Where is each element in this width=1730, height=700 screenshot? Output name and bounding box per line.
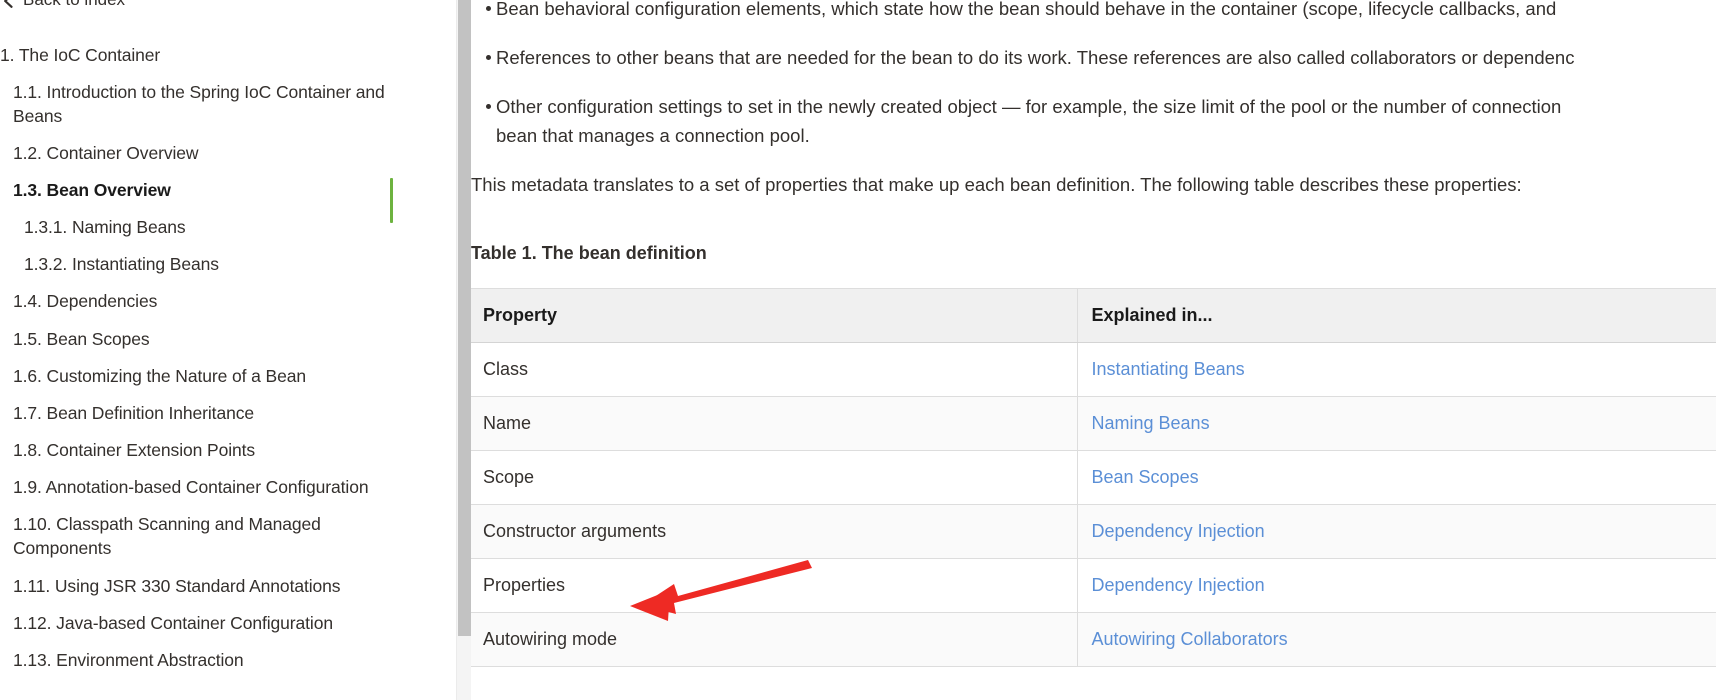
bean-definition-table: Property Explained in... Class Instantia… (471, 288, 1716, 667)
column-header-property: Property (471, 288, 1077, 343)
metadata-paragraph: This metadata translates to a set of pro… (471, 174, 1522, 195)
sidebar-item-label: 1.5. Bean Scopes (13, 328, 150, 349)
cell-explained-in: Dependency Injection (1076, 558, 1716, 613)
main-content-inner: Bean behavioral configuration elements, … (471, 0, 1730, 667)
sidebar-inner: Back to index 1. The IoC Container 1.1. … (0, 0, 456, 679)
list-item: Other configuration settings to set in t… (471, 92, 1730, 150)
link-dependency-injection[interactable]: Dependency Injection (1092, 575, 1265, 595)
table-row: Scope Bean Scopes (471, 450, 1716, 505)
cell-property: Name (471, 396, 1077, 451)
cell-property: Autowiring mode (471, 612, 1077, 667)
sidebar-item-label: 1.3.1. Naming Beans (24, 217, 186, 238)
sidebar-item-label: 1.3. Bean Overview (13, 180, 171, 201)
sidebar-item-label: 1.10. Classpath Scanning and Managed Com… (13, 514, 321, 559)
table-caption: Table 1. The bean definition (471, 243, 707, 263)
table-row: Name Naming Beans (471, 396, 1716, 451)
table-row: Class Instantiating Beans (471, 342, 1716, 397)
sidebar-item-bean-overview[interactable]: 1.3. Bean Overview (0, 172, 456, 223)
table-header-row: Property Explained in... (471, 288, 1716, 343)
sidebar-item-customizing-the-nature-of-a-bean[interactable]: 1.6. Customizing the Nature of a Bean (0, 357, 456, 394)
link-autowiring-collaborators[interactable]: Autowiring Collaborators (1092, 629, 1288, 649)
sidebar-item-label: 1.13. Environment Abstraction (13, 649, 244, 670)
sidebar-item-label: 1.6. Customizing the Nature of a Bean (13, 365, 306, 386)
sidebar-item-container-extension-points[interactable]: 1.8. Container Extension Points (0, 432, 456, 469)
sidebar-item-label: 1.8. Container Extension Points (13, 440, 256, 461)
link-naming-beans[interactable]: Naming Beans (1092, 413, 1210, 433)
cell-property: Scope (471, 450, 1077, 505)
sidebar-item-label: 1.2. Container Overview (13, 142, 199, 163)
bullet-dot-icon (486, 55, 491, 60)
table-head: Property Explained in... (471, 288, 1716, 343)
list-item-text: Bean behavioral configuration elements, … (496, 0, 1557, 19)
sidebar-item-label: 1.7. Bean Definition Inheritance (13, 402, 254, 423)
sidebar-item-label: 1. The IoC Container (0, 44, 161, 65)
sidebar-item-bean-scopes[interactable]: 1.5. Bean Scopes (0, 320, 456, 357)
list-item-text-line-1: Other configuration settings to set in t… (496, 96, 1562, 117)
bullet-dot-icon (486, 104, 491, 109)
sidebar-item-the-ioc-container[interactable]: 1. The IoC Container (0, 36, 456, 73)
back-to-index-label: Back to index (23, 0, 125, 14)
list-item-text: References to other beans that are neede… (496, 47, 1575, 68)
sidebar-item-label: 1.4. Dependencies (13, 291, 158, 312)
sidebar-item-using-jsr-330-standard-annotations[interactable]: 1.11. Using JSR 330 Standard Annotations (0, 567, 456, 604)
list-item-text-line-2: bean that manages a connection pool. (496, 125, 810, 146)
cell-explained-in: Dependency Injection (1076, 504, 1716, 559)
bean-metadata-bullet-list: Bean behavioral configuration elements, … (471, 0, 1730, 150)
link-instantiating-beans[interactable]: Instantiating Beans (1092, 359, 1245, 379)
sidebar-item-label: 1.1. Introduction to the Spring IoC Cont… (13, 81, 385, 126)
cell-property: Class (471, 342, 1077, 397)
sidebar-item-introduction-spring-ioc-container-and-beans[interactable]: 1.1. Introduction to the Spring IoC Cont… (0, 73, 456, 134)
link-bean-scopes[interactable]: Bean Scopes (1092, 467, 1199, 487)
toc-list: 1. The IoC Container 1.1. Introduction t… (0, 36, 456, 679)
sidebar-item-bean-definition-inheritance[interactable]: 1.7. Bean Definition Inheritance (0, 394, 456, 431)
sidebar-item-instantiating-beans[interactable]: 1.3.2. Instantiating Beans (0, 246, 456, 283)
cell-explained-in: Naming Beans (1076, 396, 1716, 451)
sidebar-item-label: 1.9. Annotation-based Container Configur… (13, 477, 369, 498)
sidebar-item-java-based-container-configuration[interactable]: 1.12. Java-based Container Configuration (0, 604, 456, 641)
sidebar-item-dependencies[interactable]: 1.4. Dependencies (0, 283, 456, 320)
table-row: Autowiring mode Autowiring Collaborators (471, 612, 1716, 667)
sidebar-item-label: 1.12. Java-based Container Configuration (13, 612, 333, 633)
sidebar-item-annotation-based-container-configuration[interactable]: 1.9. Annotation-based Container Configur… (0, 469, 456, 506)
back-to-index-link[interactable]: Back to index (0, 0, 456, 14)
sidebar-item-label: 1.3.2. Instantiating Beans (24, 254, 219, 275)
cell-explained-in: Bean Scopes (1076, 450, 1716, 505)
sidebar-item-label: 1.11. Using JSR 330 Standard Annotations (13, 575, 341, 596)
cell-property: Properties (471, 558, 1077, 613)
table-body: Class Instantiating Beans Name Naming Be… (471, 342, 1716, 667)
sidebar-scrollbar-thumb[interactable] (458, 0, 471, 636)
list-item: Bean behavioral configuration elements, … (471, 0, 1730, 23)
sidebar-item-environment-abstraction[interactable]: 1.13. Environment Abstraction (0, 641, 456, 678)
chevron-left-icon (2, 0, 14, 8)
sidebar-item-container-overview[interactable]: 1.2. Container Overview (0, 134, 456, 171)
column-header-explained-in: Explained in... (1076, 288, 1716, 343)
cell-explained-in: Instantiating Beans (1076, 342, 1716, 397)
documentation-page: Back to index 1. The IoC Container 1.1. … (0, 0, 1730, 700)
sidebar-item-naming-beans[interactable]: 1.3.1. Naming Beans (0, 209, 456, 246)
sidebar-item-classpath-scanning-and-managed-components[interactable]: 1.10. Classpath Scanning and Managed Com… (0, 506, 456, 567)
sidebar-navigation: Back to index 1. The IoC Container 1.1. … (0, 0, 456, 700)
table-row: Constructor arguments Dependency Injecti… (471, 504, 1716, 559)
bullet-dot-icon (486, 6, 491, 11)
sidebar-scrollbar[interactable] (456, 0, 471, 700)
link-dependency-injection[interactable]: Dependency Injection (1092, 521, 1265, 541)
list-item: References to other beans that are neede… (471, 43, 1730, 72)
cell-property: Constructor arguments (471, 504, 1077, 559)
cell-explained-in: Autowiring Collaborators (1076, 612, 1716, 667)
main-content: Bean behavioral configuration elements, … (471, 0, 1730, 700)
table-row: Properties Dependency Injection (471, 558, 1716, 613)
